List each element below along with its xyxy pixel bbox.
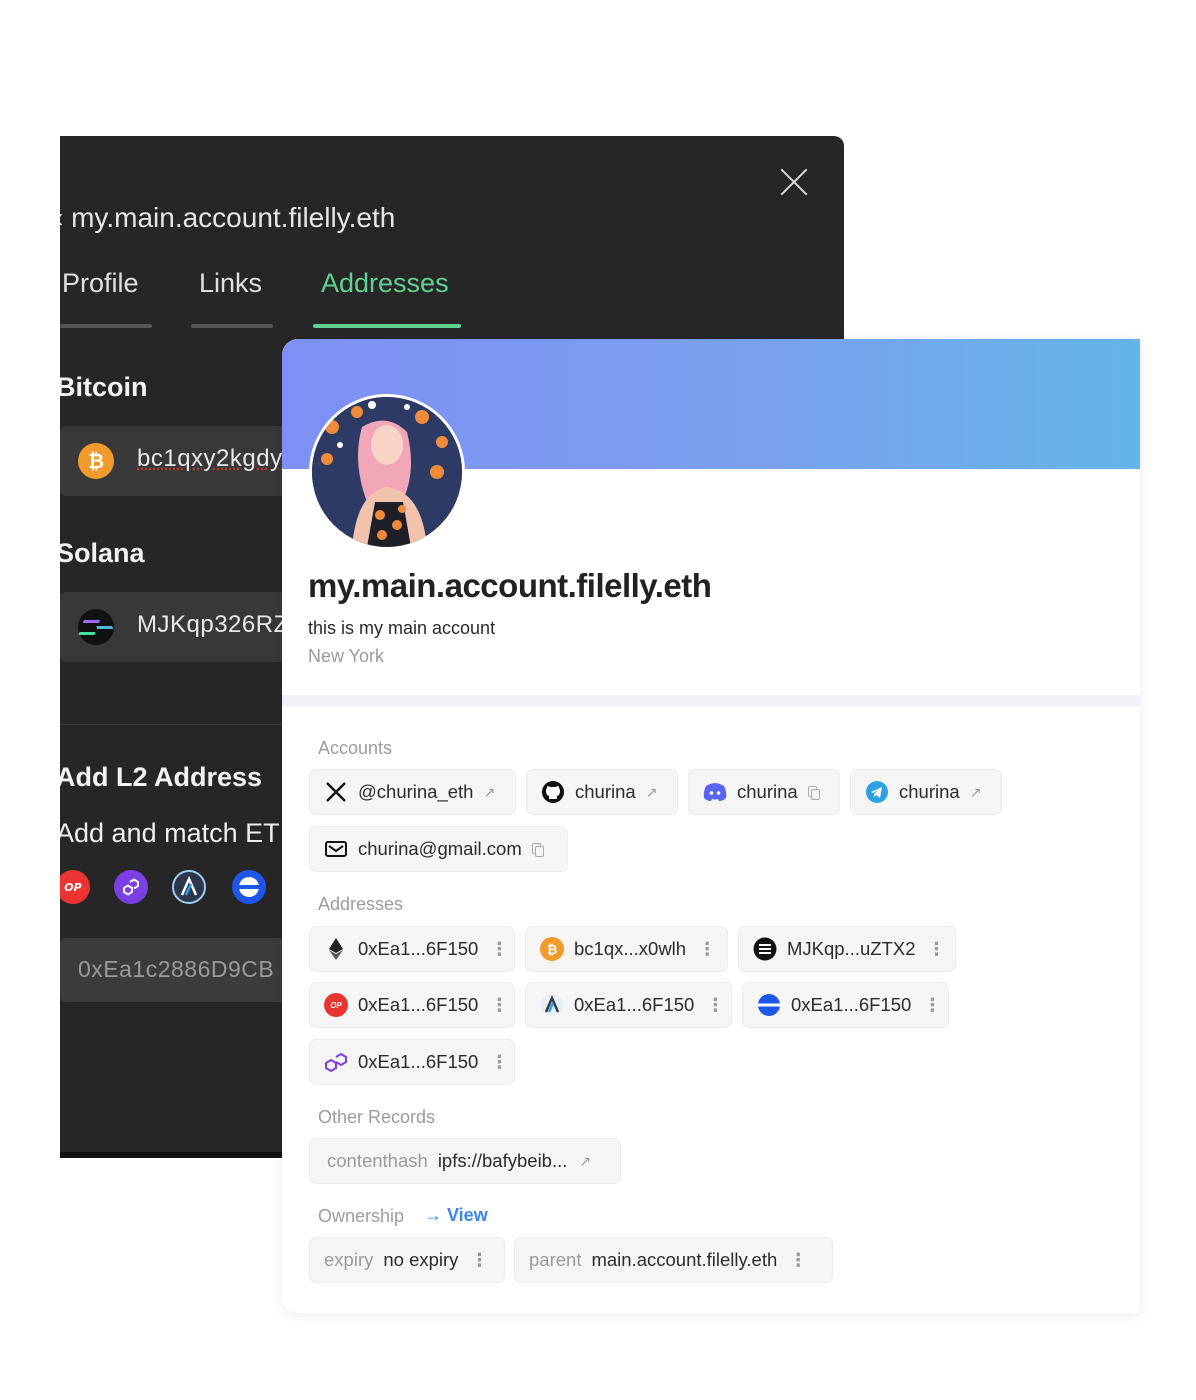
base-icon[interactable] xyxy=(232,870,266,904)
github-icon xyxy=(541,780,565,804)
bitcoin-address-row: ₿ bc1qxy2kgdy xyxy=(60,426,320,496)
panel-footer-bar xyxy=(60,1152,290,1158)
arbitrum-icon[interactable] xyxy=(172,870,206,904)
bitcoin-icon: ₿ xyxy=(540,937,564,961)
addresses-label: Addresses xyxy=(318,894,404,914)
contenthash-chip[interactable]: contenthash ipfs://bafybeib... ↗ xyxy=(309,1138,621,1184)
more-icon: ⋮ xyxy=(698,939,717,959)
account-chip-telegram[interactable]: churina ↗ xyxy=(850,769,1002,815)
parent-chip[interactable]: parent main.account.filelly.eth ⋮ xyxy=(514,1237,833,1283)
external-link-icon: ↗ xyxy=(969,783,982,800)
account-chip-email[interactable]: churina@gmail.com xyxy=(309,826,568,872)
address-chip-bitcoin[interactable]: ₿ bc1qx...x0wlh ⋮ xyxy=(525,926,728,972)
bitcoin-label: Bitcoin xyxy=(60,372,148,402)
divider xyxy=(60,724,320,725)
mail-icon xyxy=(324,837,348,861)
optimism-icon[interactable]: OP xyxy=(60,870,90,904)
panel-title: ‹ my.main.account.filelly.eth xyxy=(60,202,395,234)
tab-profile-underline xyxy=(60,324,152,328)
l2-address-input[interactable]: 0xEa1c2886D9CB xyxy=(60,938,320,1002)
account-chip-discord[interactable]: churina xyxy=(688,769,840,815)
expiry-chip[interactable]: expiry no expiry ⋮ xyxy=(309,1237,505,1283)
x-icon xyxy=(324,780,348,804)
more-icon: ⋮ xyxy=(706,995,725,1015)
l2-title: Add L2 Address xyxy=(60,762,263,792)
address-chip-base[interactable]: 0xEa1...6F150 ⋮ xyxy=(742,982,949,1028)
polygon-icon[interactable] xyxy=(114,870,148,904)
optimism-icon: OP xyxy=(324,993,348,1017)
account-chip-x[interactable]: @churina_eth ↗ xyxy=(309,769,516,815)
telegram-icon xyxy=(865,780,889,804)
arbitrum-icon xyxy=(540,993,564,1017)
base-icon xyxy=(757,993,781,1017)
ownership-label: Ownership xyxy=(318,1206,405,1226)
bitcoin-address-input[interactable]: bc1qxy2kgdy xyxy=(137,445,283,473)
other-records-label: Other Records xyxy=(318,1107,436,1127)
profile-location: New York xyxy=(308,646,385,666)
account-chip-github[interactable]: churina ↗ xyxy=(526,769,678,815)
solana-address-input[interactable]: MJKqp326RZ xyxy=(137,611,289,639)
address-chip-arbitrum[interactable]: 0xEa1...6F150 ⋮ xyxy=(525,982,732,1028)
avatar xyxy=(309,394,465,550)
tab-profile[interactable]: Profile xyxy=(62,268,139,299)
polygon-icon xyxy=(324,1050,348,1074)
more-icon: ⋮ xyxy=(923,995,942,1015)
solana-address-row: MJKqp326RZ xyxy=(60,592,320,662)
more-icon: ⋮ xyxy=(490,939,509,959)
copy-icon xyxy=(807,785,820,800)
external-link-icon: ↗ xyxy=(579,1152,592,1169)
address-chip-polygon[interactable]: 0xEa1...6F150 ⋮ xyxy=(309,1039,515,1085)
address-chip-solana[interactable]: MJKqp...uZTX2 ⋮ xyxy=(738,926,956,972)
more-icon: ⋮ xyxy=(789,1250,808,1270)
tab-addresses-underline xyxy=(313,324,461,328)
bitcoin-icon: ₿ xyxy=(78,443,114,479)
ethereum-icon xyxy=(324,937,348,961)
accounts-label: Accounts xyxy=(318,738,393,758)
back-icon[interactable]: ‹ xyxy=(60,202,63,233)
profile-bio: this is my main account xyxy=(308,618,496,638)
more-icon: ⋮ xyxy=(490,1052,509,1072)
external-link-icon: ↗ xyxy=(483,783,496,800)
solana-label: Solana xyxy=(60,538,145,568)
svg-text:OP: OP xyxy=(64,881,81,894)
ownership-view-link[interactable]: → View xyxy=(424,1205,488,1226)
tab-addresses[interactable]: Addresses xyxy=(321,268,449,299)
more-icon: ⋮ xyxy=(927,939,946,959)
svg-text:₿: ₿ xyxy=(88,449,104,473)
address-chip-ethereum[interactable]: 0xEa1...6F150 ⋮ xyxy=(309,926,515,972)
profile-name: my.main.account.filelly.eth xyxy=(308,567,712,604)
external-link-icon: ↗ xyxy=(645,783,658,800)
copy-icon xyxy=(531,842,544,857)
discord-icon xyxy=(703,780,727,804)
more-icon: ⋮ xyxy=(470,1250,489,1270)
solana-icon xyxy=(78,609,114,645)
more-icon: ⋮ xyxy=(490,995,509,1015)
address-chip-optimism[interactable]: OP 0xEa1...6F150 ⋮ xyxy=(309,982,515,1028)
close-icon[interactable] xyxy=(778,166,810,198)
profile-card: my.main.account.filelly.eth this is my m… xyxy=(282,339,1140,1313)
section-divider xyxy=(282,695,1140,707)
l2-subtitle: Add and match ET xyxy=(60,818,280,848)
tab-links-underline xyxy=(191,324,273,328)
solana-icon xyxy=(753,937,777,961)
tab-links[interactable]: Links xyxy=(199,268,262,299)
